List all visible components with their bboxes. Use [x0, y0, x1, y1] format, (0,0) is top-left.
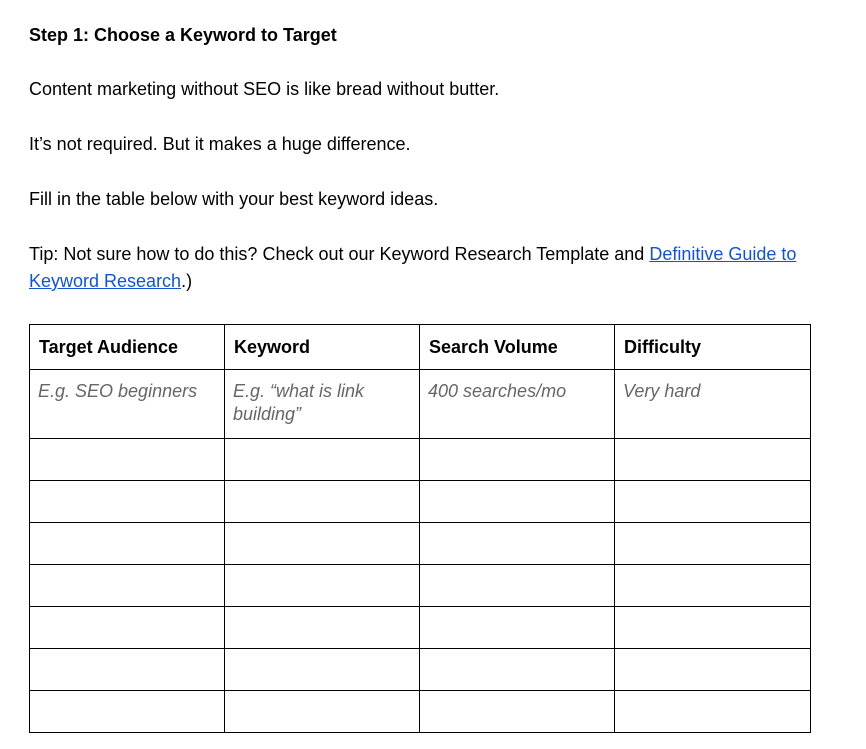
cell-difficulty[interactable]: [614, 606, 811, 649]
table-row: [29, 438, 811, 481]
cell-keyword[interactable]: [224, 438, 420, 481]
cell-search-volume[interactable]: [419, 480, 615, 523]
example-difficulty[interactable]: Very hard: [614, 369, 811, 439]
table-row: [29, 606, 811, 649]
cell-target-audience[interactable]: [29, 648, 225, 691]
cell-target-audience[interactable]: [29, 480, 225, 523]
table-row: [29, 690, 811, 733]
header-difficulty: Difficulty: [614, 324, 811, 370]
cell-target-audience[interactable]: [29, 606, 225, 649]
cell-keyword[interactable]: [224, 564, 420, 607]
header-target-audience: Target Audience: [29, 324, 225, 370]
cell-difficulty[interactable]: [614, 690, 811, 733]
keyword-table: Target Audience Keyword Search Volume Di…: [29, 324, 811, 733]
cell-search-volume[interactable]: [419, 522, 615, 565]
cell-search-volume[interactable]: [419, 690, 615, 733]
cell-target-audience[interactable]: [29, 564, 225, 607]
cell-keyword[interactable]: [224, 690, 420, 733]
tip-paragraph: Tip: Not sure how to do this? Check out …: [29, 241, 819, 295]
document-body: Step 1: Choose a Keyword to Target Conte…: [29, 22, 819, 295]
step-heading: Step 1: Choose a Keyword to Target: [29, 25, 337, 45]
cell-keyword[interactable]: [224, 522, 420, 565]
example-target-audience[interactable]: E.g. SEO beginners: [29, 369, 225, 439]
cell-search-volume[interactable]: [419, 564, 615, 607]
cell-difficulty[interactable]: [614, 522, 811, 565]
intro-paragraph: Content marketing without SEO is like br…: [29, 79, 500, 99]
example-search-volume[interactable]: 400 searches/mo: [419, 369, 615, 439]
example-keyword[interactable]: E.g. “what is link building”: [224, 369, 420, 439]
cell-search-volume[interactable]: [419, 606, 615, 649]
cell-target-audience[interactable]: [29, 438, 225, 481]
table-row: [29, 648, 811, 691]
cell-target-audience[interactable]: [29, 522, 225, 565]
cell-target-audience[interactable]: [29, 690, 225, 733]
cell-search-volume[interactable]: [419, 438, 615, 481]
cell-keyword[interactable]: [224, 480, 420, 523]
table-header-row: Target Audience Keyword Search Volume Di…: [29, 324, 811, 370]
tip-text-end: .): [181, 271, 193, 291]
requirement-paragraph: It’s not required. But it makes a huge d…: [29, 134, 411, 154]
table-row: [29, 480, 811, 523]
cell-difficulty[interactable]: [614, 480, 811, 523]
cell-keyword[interactable]: [224, 606, 420, 649]
cell-search-volume[interactable]: [419, 648, 615, 691]
header-keyword: Keyword: [224, 324, 420, 370]
cell-difficulty[interactable]: [614, 438, 811, 481]
table-row: [29, 522, 811, 565]
instruction-paragraph: Fill in the table below with your best k…: [29, 189, 439, 209]
example-row: E.g. SEO beginners E.g. “what is link bu…: [29, 369, 811, 439]
cell-keyword[interactable]: [224, 648, 420, 691]
cell-difficulty[interactable]: [614, 648, 811, 691]
cell-difficulty[interactable]: [614, 564, 811, 607]
header-search-volume: Search Volume: [419, 324, 615, 370]
table-row: [29, 564, 811, 607]
tip-text: Tip: Not sure how to do this? Check out …: [29, 244, 650, 264]
